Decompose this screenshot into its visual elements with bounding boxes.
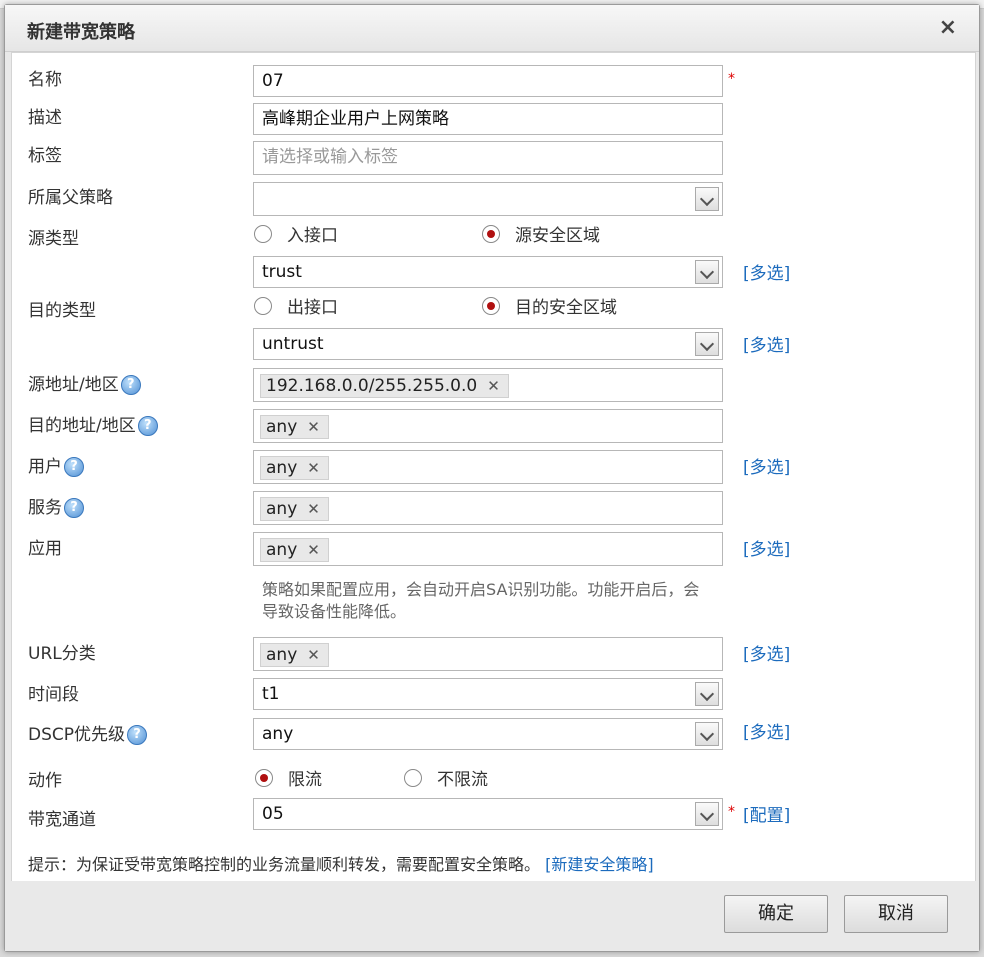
help-icon[interactable]: ? [64, 498, 84, 518]
tag-text: 192.168.0.0/255.255.0.0 [266, 376, 478, 396]
dst-type-label: 目的类型 [28, 301, 96, 321]
tag-text: any [266, 499, 298, 519]
service-tag: any ✕ [260, 497, 329, 521]
user-multi-link[interactable]: [多选] [743, 453, 790, 478]
src-addr-label: 源地址/地区? [28, 370, 141, 395]
user-label-text: 用户 [28, 457, 62, 477]
remove-tag-icon[interactable]: ✕ [307, 644, 320, 666]
remove-tag-icon[interactable]: ✕ [307, 416, 320, 438]
parent-policy-label: 所属父策略 [28, 188, 113, 208]
src-type-label: 源类型 [28, 229, 79, 249]
dst-addr-label: 目的地址/地区? [28, 411, 158, 436]
action-limit-radio[interactable] [255, 769, 273, 787]
app-note: 策略如果配置应用，会自动开启SA识别功能。功能开启后，会导致设备性能降低。 [262, 580, 700, 621]
chevron-down-icon[interactable] [695, 682, 719, 706]
remove-tag-icon[interactable]: ✕ [307, 539, 320, 561]
chevron-down-icon[interactable] [695, 187, 719, 211]
action-limit-label: 限流 [288, 770, 322, 790]
name-label: 名称 [28, 70, 62, 90]
src-type-interface-label: 入接口 [287, 226, 338, 246]
parent-policy-select[interactable] [253, 182, 723, 216]
hint-text: 提示：为保证受带宽策略控制的业务流量顺利转发，需要配置安全策略。 [新建安全策略… [28, 851, 654, 875]
tag-text: any [266, 540, 298, 560]
service-label-text: 服务 [28, 498, 62, 518]
user-tagbox[interactable]: any ✕ [253, 450, 723, 484]
src-type-zone-label: 源安全区域 [515, 226, 600, 246]
dialog-titlebar: 新建带宽策略 × [5, 5, 979, 52]
cancel-button[interactable]: 取消 [844, 895, 948, 933]
action-label: 动作 [28, 771, 62, 791]
tag-text: any [266, 645, 298, 665]
url-label: URL分类 [28, 644, 96, 664]
channel-config-link[interactable]: [配置] [743, 801, 790, 826]
channel-select[interactable]: 05 [253, 798, 723, 830]
src-addr-tag: 192.168.0.0/255.255.0.0 ✕ [260, 374, 509, 398]
url-multi-link[interactable]: [多选] [743, 640, 790, 665]
new-security-policy-link[interactable]: [新建安全策略] [545, 855, 654, 874]
service-tagbox[interactable]: any ✕ [253, 491, 723, 525]
dscp-label-text: DSCP优先级 [28, 725, 126, 745]
app-label: 应用 [28, 539, 62, 559]
user-tag: any ✕ [260, 456, 329, 480]
url-tagbox[interactable]: any ✕ [253, 637, 723, 671]
ok-button[interactable]: 确定 [724, 895, 828, 933]
src-addr-tagbox[interactable]: 192.168.0.0/255.255.0.0 ✕ [253, 368, 723, 402]
dst-type-interface-label: 出接口 [287, 298, 338, 318]
app-tag: any ✕ [260, 538, 329, 562]
dscp-select[interactable]: any [253, 718, 723, 750]
dst-zone-multi-link[interactable]: [多选] [743, 331, 790, 356]
desc-label: 描述 [28, 108, 62, 128]
service-label: 服务? [28, 493, 84, 518]
src-zone-select[interactable]: trust [253, 256, 723, 288]
dst-type-zone-radio[interactable] [482, 297, 500, 315]
remove-tag-icon[interactable]: ✕ [487, 375, 500, 397]
dst-type-interface-radio[interactable] [254, 297, 272, 315]
tag-text: any [266, 417, 298, 437]
time-label: 时间段 [28, 685, 79, 705]
app-multi-link[interactable]: [多选] [743, 535, 790, 560]
action-nolimit-radio[interactable] [404, 769, 422, 787]
app-tagbox[interactable]: any ✕ [253, 532, 723, 566]
help-icon[interactable]: ? [120, 375, 141, 395]
dst-addr-tag: any ✕ [260, 415, 329, 439]
tag-input[interactable]: 请选择或输入标签 [253, 141, 723, 175]
dialog-footer: 确定 取消 [5, 881, 979, 951]
help-icon[interactable]: ? [127, 725, 148, 745]
dst-addr-tagbox[interactable]: any ✕ [253, 409, 723, 443]
required-mark: * [728, 804, 735, 820]
dscp-label: DSCP优先级? [28, 720, 148, 745]
url-tag: any ✕ [260, 643, 329, 667]
chevron-down-icon[interactable] [695, 802, 719, 826]
dscp-multi-link[interactable]: [多选] [743, 718, 790, 743]
channel-label: 带宽通道 [28, 810, 96, 830]
dialog-body: 名称 07 * 描述 高峰期企业用户上网策略 标签 请选择或输入标签 所属父策略… [11, 52, 976, 882]
desc-input[interactable]: 高峰期企业用户上网策略 [253, 103, 723, 135]
dst-addr-label-text: 目的地址/地区 [28, 416, 136, 436]
src-type-zone-radio[interactable] [482, 225, 500, 243]
chevron-down-icon[interactable] [695, 332, 719, 356]
remove-tag-icon[interactable]: ✕ [307, 498, 320, 520]
src-addr-label-text: 源地址/地区 [28, 375, 119, 395]
help-icon[interactable]: ? [64, 457, 84, 477]
chevron-down-icon[interactable] [695, 260, 719, 284]
dst-zone-select[interactable]: untrust [253, 328, 723, 360]
src-type-interface-radio[interactable] [254, 225, 272, 243]
name-input[interactable]: 07 [253, 65, 723, 97]
close-icon[interactable]: × [939, 15, 957, 40]
user-label: 用户? [28, 452, 84, 477]
tag-label: 标签 [28, 146, 62, 166]
dialog-title: 新建带宽策略 [27, 22, 135, 43]
action-nolimit-label: 不限流 [437, 770, 488, 790]
dst-type-zone-label: 目的安全区域 [515, 298, 617, 318]
new-bandwidth-policy-dialog: 新建带宽策略 × 名称 07 * 描述 高峰期企业用户上网策略 标签 请选择或输… [4, 4, 980, 952]
required-mark: * [728, 71, 735, 87]
src-zone-multi-link[interactable]: [多选] [743, 259, 790, 284]
time-select[interactable]: t1 [253, 678, 723, 710]
hint-body: 提示：为保证受带宽策略控制的业务流量顺利转发，需要配置安全策略。 [28, 855, 541, 874]
chevron-down-icon[interactable] [695, 722, 719, 746]
tag-text: any [266, 458, 298, 478]
remove-tag-icon[interactable]: ✕ [307, 457, 320, 479]
help-icon[interactable]: ? [137, 416, 158, 436]
